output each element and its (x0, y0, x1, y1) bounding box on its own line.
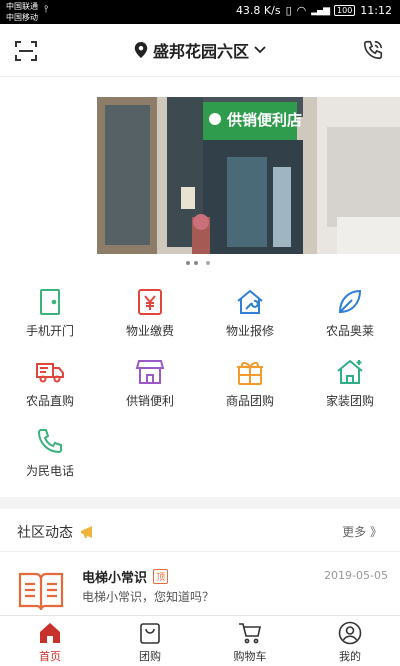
door-icon (40, 289, 60, 315)
wifi-icon: ◠ (296, 4, 307, 17)
tab-group-buy[interactable]: 团购 (100, 616, 200, 666)
store-photo[interactable]: 供销便利店 (97, 97, 400, 254)
status-right: 43.8 K/s ▯ ◠ ▂▄▆ 100 11:12 (236, 4, 392, 17)
banner-carousel[interactable]: 供销便利店 (0, 77, 400, 275)
home-icon (40, 623, 60, 643)
service-label: 物业缴费 (125, 324, 174, 338)
tab-label: 我的 (339, 650, 361, 663)
community-section: 社区动态 更多 》 电梯小常识 顶 2019-05-05 电梯小常识，您知道吗？ (0, 509, 400, 615)
signal-icon: ▂▄▆ (311, 5, 330, 16)
house-wrench-icon (237, 289, 263, 314)
phone-icon (37, 429, 62, 454)
news-title: 电梯小常识 (82, 571, 148, 586)
tab-cart[interactable]: 购物车 (200, 616, 300, 666)
more-link[interactable]: 更多 》 (342, 523, 382, 540)
leaf-icon (338, 289, 362, 314)
service-repair[interactable]: 物业报修 (200, 275, 300, 345)
location-name: 盛邦花园六区 (152, 42, 249, 61)
vibrate-icon: ▯ (285, 4, 292, 17)
bag-icon (140, 623, 160, 644)
location-selector[interactable]: 盛邦花园六区 (0, 38, 400, 62)
news-item[interactable]: 电梯小常识 顶 2019-05-05 电梯小常识，您知道吗？ (0, 552, 400, 615)
news-date: 2019-05-05 (324, 569, 388, 582)
news-title-row: 电梯小常识 顶 (82, 567, 169, 586)
carousel-indicator (186, 261, 210, 265)
network-speed: 43.8 K/s (235, 4, 281, 17)
community-header: 社区动态 (17, 522, 97, 542)
phone-call-icon[interactable] (362, 39, 384, 61)
battery-level: 100 (334, 5, 356, 16)
service-farm-outlet[interactable]: 农品奥莱 (300, 275, 400, 345)
pinned-badge: 顶 (153, 569, 169, 584)
gift-icon (237, 361, 263, 385)
yen-icon (138, 289, 162, 315)
megaphone-icon (81, 526, 92, 538)
carrier-2: 中国移动 (6, 13, 38, 22)
cart-icon (239, 623, 261, 644)
chevron-down-icon (254, 46, 266, 54)
tab-label: 购物车 (233, 650, 267, 663)
home-icon (337, 359, 363, 384)
section-title: 社区动态 (17, 525, 73, 541)
service-home-decor[interactable]: 家装团购 (300, 345, 400, 415)
status-bar: 中国联通 中国移动 ⫯ 43.8 K/s ▯ ◠ ▂▄▆ 100 11:12 (0, 0, 400, 24)
store-icon (135, 360, 165, 384)
carousel-dot (186, 261, 190, 265)
location-pin-icon (134, 42, 148, 58)
service-label: 手机开门 (25, 324, 74, 338)
service-mobile-unlock[interactable]: 手机开门 (0, 275, 100, 345)
bottom-tab-bar: 首页 团购 购物车 我的 (0, 615, 400, 666)
tab-home[interactable]: 首页 (0, 616, 100, 666)
tab-label: 团购 (139, 650, 161, 663)
store-sign: 供销便利店 (226, 111, 302, 129)
carousel-dot (206, 261, 210, 265)
news-desc: 电梯小常识，您知道吗？ (82, 590, 215, 604)
service-supply-store[interactable]: 供销便利 (100, 345, 200, 415)
truck-icon (36, 363, 64, 383)
carrier-1: 中国联通 (6, 2, 38, 11)
service-label: 商品团购 (225, 394, 274, 408)
service-hotline[interactable]: 为民电话 (0, 415, 100, 485)
tab-label: 首页 (39, 650, 61, 663)
carousel-dot (194, 261, 198, 265)
service-grid: 手机开门 物业缴费 物业报修 农品奥莱 农品直购 供销便利 商品团购 家装团购 … (0, 275, 400, 497)
tab-profile[interactable]: 我的 (300, 616, 400, 666)
service-property-fee[interactable]: 物业缴费 (100, 275, 200, 345)
service-label: 农品直购 (25, 394, 74, 408)
user-icon (338, 621, 362, 645)
service-label: 农品奥莱 (325, 324, 374, 338)
app-header: 盛邦花园六区 (0, 24, 400, 77)
usb-icon: ⫯ (44, 4, 49, 15)
service-farm-direct[interactable]: 农品直购 (0, 345, 100, 415)
carrier-info: 中国联通 中国移动 (6, 1, 38, 23)
book-icon (18, 572, 64, 611)
clock: 11:12 (360, 4, 392, 17)
service-label: 供销便利 (125, 394, 174, 408)
service-label: 物业报修 (225, 324, 274, 338)
service-group-buy[interactable]: 商品团购 (200, 345, 300, 415)
service-label: 为民电话 (25, 464, 74, 478)
service-label: 家装团购 (325, 394, 374, 408)
